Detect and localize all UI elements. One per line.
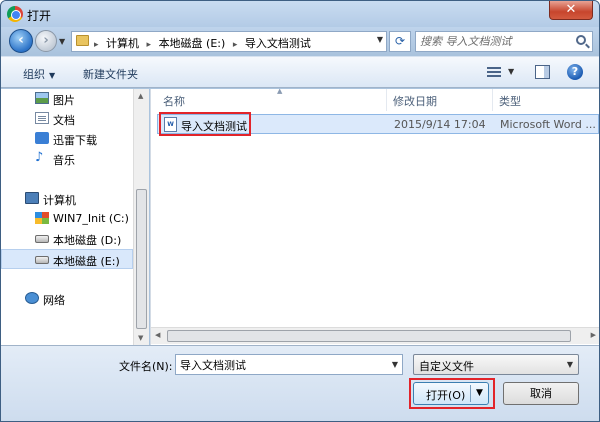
scroll-down-arrow-icon[interactable]: ▼ [138, 334, 143, 342]
filename-field[interactable]: ▼ [175, 354, 403, 375]
cancel-button[interactable]: 取消 [503, 382, 579, 405]
sidebar-item-label: 迅雷下载 [53, 134, 97, 147]
address-row: ‹ › ▼ ▸ 计算机 ▸ 本地磁盘 (E:) ▸ 导入文档测试 ▼ ⟳ [1, 27, 599, 55]
view-dropdown-icon[interactable]: ▼ [508, 67, 514, 76]
sidebar-item-network[interactable]: 网络 [1, 289, 133, 309]
search-icon[interactable] [576, 35, 586, 45]
annotation-highlight-box [409, 378, 495, 409]
search-box[interactable] [415, 31, 593, 52]
chevron-down-icon: ▼ [566, 360, 573, 369]
navigation-scrollbar[interactable]: ▲ ▼ [133, 89, 149, 345]
breadcrumb-current-folder[interactable]: 导入文档测试 [245, 37, 311, 50]
sidebar-item-label: 文档 [53, 114, 75, 127]
sort-ascending-icon: ▲ [277, 87, 283, 95]
command-toolbar: 组织 ▼ 新建文件夹 ▼ ? [1, 56, 599, 88]
forward-button[interactable]: › [35, 30, 57, 52]
column-header-name[interactable]: 名称 ▲ [157, 87, 387, 111]
filename-label: 文件名(N): [119, 360, 173, 373]
sidebar-item-label: 图片 [53, 94, 75, 107]
sidebar-item-label: 计算机 [43, 194, 76, 207]
sidebar-item-music[interactable]: ♪ 音乐 [1, 149, 133, 169]
sidebar-item-label: 音乐 [53, 154, 75, 167]
sidebar-item-drive-e[interactable]: 本地磁盘 (E:) [1, 249, 133, 269]
close-button[interactable]: ✕ [549, 1, 593, 20]
organize-button[interactable]: 组织 ▼ [23, 66, 55, 82]
music-icon: ♪ [35, 150, 44, 165]
file-type: Microsoft Word ... [500, 118, 596, 131]
computer-icon [25, 192, 39, 204]
breadcrumb-separator: ▸ [94, 40, 99, 50]
title-bar: 打开 ✕ [1, 1, 599, 27]
organize-label: 组织 [23, 68, 45, 81]
refresh-button[interactable]: ⟳ [389, 31, 411, 52]
address-bar[interactable]: ▸ 计算机 ▸ 本地磁盘 (E:) ▸ 导入文档测试 ▼ [71, 31, 387, 52]
history-dropdown-icon[interactable]: ▼ [59, 37, 65, 46]
sidebar-item-computer[interactable]: 计算机 [1, 189, 133, 209]
scroll-up-arrow-icon[interactable]: ▲ [138, 92, 143, 100]
help-icon[interactable]: ? [567, 64, 583, 80]
file-type-filter-value: 自定义文件 [419, 360, 474, 373]
column-header-date[interactable]: 修改日期 [387, 89, 493, 111]
horizontal-scrollbar[interactable]: ◀ ▶ [151, 327, 599, 344]
network-icon [25, 292, 39, 304]
file-list: 名称 ▲ 修改日期 类型 W 导入文档测试 2015/9/14 17:04 Mi… [150, 87, 599, 345]
change-view-icon[interactable] [487, 67, 501, 79]
breadcrumb: ▸ 计算机 ▸ 本地磁盘 (E:) ▸ 导入文档测试 [94, 35, 315, 51]
chevron-down-icon: ▼ [49, 71, 56, 80]
thunder-download-icon [35, 132, 49, 144]
breadcrumb-separator: ▸ [232, 40, 238, 50]
sidebar-item-documents[interactable]: 文档 [1, 109, 133, 129]
pictures-icon [35, 92, 49, 104]
folder-icon [76, 35, 89, 46]
breadcrumb-separator: ▸ [146, 40, 152, 50]
drive-icon [35, 235, 49, 243]
sidebar-item-pictures[interactable]: 图片 [1, 89, 133, 109]
sidebar-item-label: WIN7_Init (C:) [53, 212, 129, 225]
breadcrumb-drive-e[interactable]: 本地磁盘 (E:) [159, 37, 226, 50]
scrollbar-thumb[interactable] [136, 189, 147, 329]
scroll-left-arrow-icon[interactable]: ◀ [155, 331, 160, 339]
open-file-dialog: 打开 ✕ ‹ › ▼ ▸ 计算机 ▸ 本地磁盘 (E:) ▸ 导入文档测试 ▼ … [0, 0, 600, 422]
sidebar-item-drive-d[interactable]: 本地磁盘 (D:) [1, 229, 133, 249]
file-modified-date: 2015/9/14 17:04 [394, 118, 486, 131]
filename-dropdown-icon[interactable]: ▼ [392, 360, 398, 369]
new-folder-button[interactable]: 新建文件夹 [83, 66, 138, 82]
drive-icon [35, 256, 49, 264]
sidebar-item-label: 本地磁盘 (E:) [53, 255, 120, 268]
navigation-pane: 图片 文档 迅雷下载 ♪ 音乐 计算机 WIN7_Init (C:) 本地磁盘 … [1, 89, 149, 345]
scroll-right-arrow-icon[interactable]: ▶ [591, 331, 596, 339]
breadcrumb-computer[interactable]: 计算机 [106, 37, 139, 50]
back-button[interactable]: ‹ [9, 29, 33, 53]
annotation-highlight-box [159, 112, 251, 136]
file-type-filter-select[interactable]: 自定义文件 ▼ [413, 354, 579, 375]
window-title: 打开 [27, 9, 52, 23]
address-dropdown-icon[interactable]: ▼ [377, 35, 383, 44]
windows-drive-icon [35, 212, 49, 224]
scrollbar-thumb[interactable] [167, 330, 571, 342]
sidebar-item-thunder-download[interactable]: 迅雷下载 [1, 129, 133, 149]
dialog-footer: 文件名(N): ▼ 自定义文件 ▼ 打开(O) ▼ 取消 [1, 345, 599, 421]
sidebar-item-drive-c[interactable]: WIN7_Init (C:) [1, 209, 133, 229]
column-header-type[interactable]: 类型 [493, 89, 599, 111]
documents-icon [35, 112, 49, 124]
column-name-label: 名称 [163, 95, 185, 108]
filename-input[interactable] [180, 357, 380, 372]
preview-pane-icon[interactable] [535, 65, 550, 79]
sidebar-item-label: 网络 [43, 294, 65, 307]
search-input[interactable] [420, 34, 570, 49]
chrome-app-icon [7, 6, 23, 22]
sidebar-item-label: 本地磁盘 (D:) [53, 234, 122, 247]
